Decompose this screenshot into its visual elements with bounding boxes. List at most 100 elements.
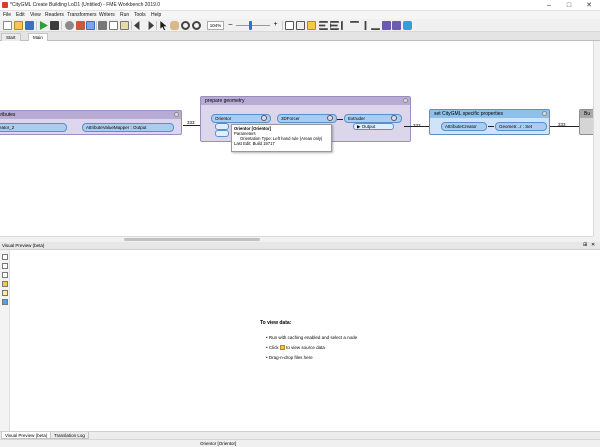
open-folder-icon[interactable] <box>14 21 23 30</box>
zoom-to-fit-icon[interactable] <box>285 21 294 30</box>
scrollbar-thumb[interactable] <box>124 238 260 241</box>
split-view-icon[interactable] <box>2 272 8 278</box>
bookmark-icon[interactable] <box>307 21 316 30</box>
hint-title: To view data: <box>260 320 292 326</box>
zoom-in-icon[interactable] <box>181 21 190 30</box>
connection-line[interactable] <box>337 119 343 120</box>
copy-icon[interactable] <box>109 21 118 30</box>
panel-float-icon[interactable]: ⊞ <box>583 242 587 248</box>
orientor-rejected-port[interactable] <box>215 130 229 137</box>
bookmark-collapse-icon[interactable] <box>174 112 179 117</box>
transformer-attribute-creator-2[interactable]: eator_2 <box>0 123 67 132</box>
auto-layout-icon[interactable] <box>403 21 412 30</box>
distribute-vertical-icon[interactable] <box>392 21 401 30</box>
connection-line[interactable] <box>550 126 579 127</box>
transformer-geometry-setter[interactable]: Geometr...r : Set <box>495 122 547 131</box>
undo-icon[interactable] <box>134 21 140 30</box>
bookmark-title: tributes <box>0 112 16 118</box>
extruder-output-port[interactable]: ▶ Output <box>353 123 394 130</box>
inspect-source-icon <box>279 345 285 351</box>
tab-translation-log[interactable]: Translation Log <box>50 432 89 439</box>
toolbar-divider <box>36 21 37 30</box>
align-middle-icon[interactable] <box>364 21 367 30</box>
redo-icon[interactable] <box>148 21 154 30</box>
hint-item: • Click to view source data <box>266 345 325 351</box>
settings-icon[interactable] <box>2 299 8 305</box>
distribute-horizontal-icon[interactable] <box>382 21 391 30</box>
tooltip-last-edit: Last Edit: Build 19717 <box>234 141 275 146</box>
tab-start[interactable]: Start <box>1 33 21 41</box>
paste-icon[interactable] <box>120 21 129 30</box>
tab-visual-preview[interactable]: Visual Preview (beta) <box>1 432 52 439</box>
menu-writers[interactable]: Writers <box>99 12 115 18</box>
pan-hand-icon[interactable] <box>170 21 179 30</box>
menu-tools[interactable]: Tools <box>134 12 146 18</box>
extruder-gear-icon[interactable] <box>391 115 397 121</box>
tab-main[interactable]: Main <box>28 33 48 41</box>
align-bottom-icon[interactable] <box>371 28 380 30</box>
menu-view[interactable]: View <box>30 12 41 18</box>
close-button[interactable]: ✕ <box>580 0 598 11</box>
connection-line[interactable] <box>404 126 432 127</box>
align-top-icon[interactable] <box>350 21 359 23</box>
feature-info-icon[interactable] <box>2 281 8 287</box>
menu-transformers[interactable]: Transformers <box>67 12 97 18</box>
menu-readers[interactable]: Readers <box>45 12 64 18</box>
menu-run[interactable]: Run <box>120 12 129 18</box>
save-icon[interactable] <box>25 21 34 30</box>
zoom-to-selection-icon[interactable] <box>296 21 305 30</box>
zoom-out-icon[interactable] <box>192 21 201 30</box>
output-port-label: Output <box>132 125 147 130</box>
transformer-attribute-value-mapper[interactable]: AttributeValueMapper : Output <box>82 123 174 132</box>
menu-edit[interactable]: Edit <box>16 12 25 18</box>
orientor-output-port[interactable] <box>215 123 229 130</box>
bookmark-title: Bu <box>584 111 591 117</box>
maximize-button[interactable]: □ <box>560 0 578 11</box>
menu-help[interactable]: Help <box>151 12 161 18</box>
align-center-icon[interactable] <box>330 21 339 30</box>
zoom-slider-thumb[interactable] <box>249 21 252 30</box>
canvas-vertical-scrollbar[interactable] <box>593 41 600 236</box>
transformer-attribute-creator[interactable]: AttributeCreator <box>441 122 487 131</box>
bookmark-building[interactable]: Bu <box>579 109 593 135</box>
cut-icon[interactable] <box>98 21 107 30</box>
3dforcer-gear-icon[interactable] <box>327 115 333 121</box>
panel-close-icon[interactable]: ✕ <box>591 242 595 248</box>
run-icon[interactable] <box>39 21 48 30</box>
preview-side-toolbar <box>0 250 10 431</box>
bottom-panel-tabs: Visual Preview (beta) Translation Log <box>0 431 600 439</box>
bookmark-citygml-properties[interactable]: set CityGML specific properties Attribut… <box>429 109 550 135</box>
hint-text: Click <box>268 345 279 350</box>
visual-preview-area[interactable]: To view data: • Run with caching enabled… <box>10 250 600 431</box>
workspace-canvas[interactable]: tributes eator_2 AttributeValueMapper : … <box>0 41 593 236</box>
panel-title: Visual Preview (beta) <box>2 243 45 248</box>
hint-item: • Drag-n-drop files here <box>266 355 313 360</box>
menu-file[interactable]: File <box>3 12 11 18</box>
minimize-button[interactable]: – <box>540 0 558 11</box>
zoom-level-field[interactable]: 104% <box>207 21 224 30</box>
table-view-icon[interactable] <box>2 254 8 260</box>
bookmark-collapse-icon[interactable] <box>542 111 547 116</box>
inspect-cached-icon[interactable] <box>86 21 95 30</box>
zoom-plus-button[interactable]: + <box>271 21 280 30</box>
bookmark-attributes[interactable]: tributes eator_2 AttributeValueMapper : … <box>0 110 182 135</box>
status-bar: Orientor [Orientor] <box>0 439 600 447</box>
fme-logo-icon <box>2 2 8 8</box>
align-vertical-icon[interactable] <box>341 21 343 30</box>
orientor-gear-icon[interactable] <box>261 115 267 121</box>
select-cursor-icon[interactable] <box>160 21 167 30</box>
stop-icon[interactable] <box>50 21 59 30</box>
connection-line[interactable] <box>488 126 494 127</box>
inspect-source-icon[interactable] <box>2 290 8 296</box>
bookmark-collapse-icon[interactable] <box>403 98 408 103</box>
feature-caching-icon[interactable] <box>76 21 85 30</box>
graphics-view-icon[interactable] <box>2 263 8 269</box>
zoom-slider-track <box>236 25 270 26</box>
title-bar: *CityGML Create Building LoD1 (Untitled)… <box>0 0 600 11</box>
partial-run-icon[interactable] <box>65 21 74 30</box>
new-workspace-icon[interactable] <box>3 21 12 30</box>
connection-line[interactable] <box>183 125 201 126</box>
align-left-icon[interactable] <box>319 21 328 30</box>
hint-item: • Run with caching enabled and select a … <box>266 335 358 340</box>
zoom-minus-button[interactable]: – <box>226 21 235 30</box>
